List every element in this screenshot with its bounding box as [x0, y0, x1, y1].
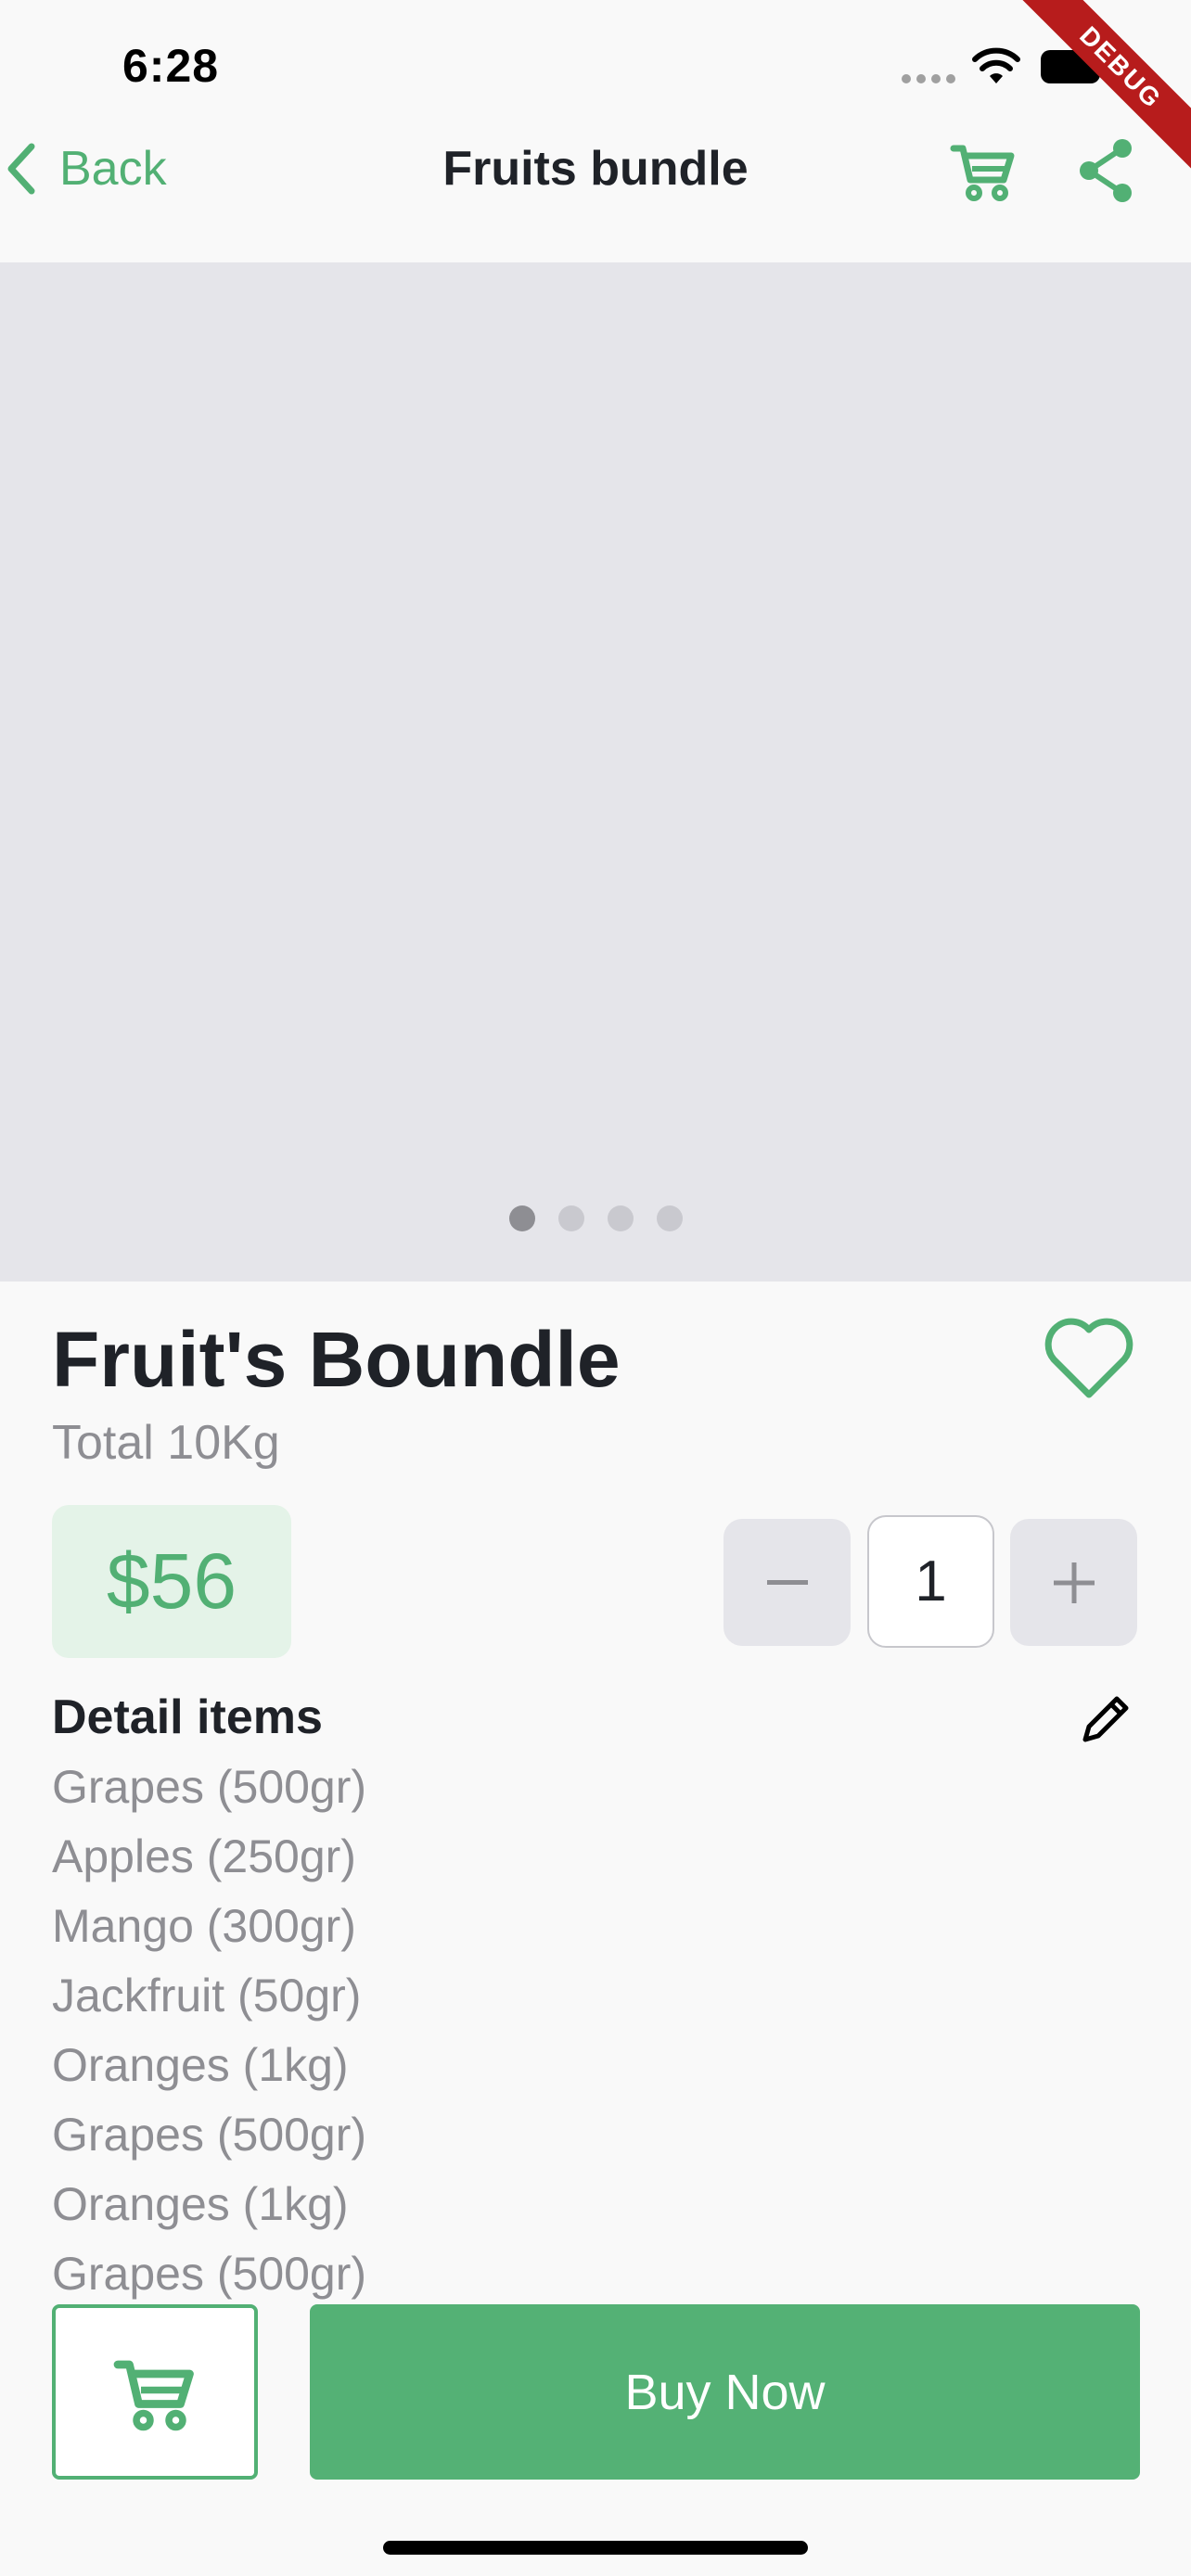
list-item: Oranges (1kg)	[52, 2178, 349, 2230]
list-item: Apples (250gr)	[52, 1830, 356, 1882]
home-indicator[interactable]	[383, 2541, 808, 2555]
add-to-cart-button[interactable]	[52, 2304, 258, 2480]
minus-icon	[766, 1579, 808, 1585]
carousel-dot[interactable]	[508, 1205, 535, 1231]
product-image-carousel[interactable]	[0, 262, 1191, 1282]
cart-icon	[113, 2360, 194, 2430]
carousel-dot[interactable]	[656, 1205, 683, 1231]
carousel-dot[interactable]	[557, 1205, 584, 1231]
list-item: Grapes (500gr)	[52, 2248, 367, 2300]
product-weight: Total 10Kg	[52, 1416, 280, 1470]
carousel-page-indicator	[0, 1205, 1191, 1231]
buy-now-button[interactable]: Buy Now	[310, 2304, 1140, 2480]
carousel-dot[interactable]	[607, 1205, 634, 1231]
price-badge: $56	[52, 1505, 291, 1658]
quantity-increase-button[interactable]	[1010, 1519, 1137, 1646]
heart-icon[interactable]	[1043, 1315, 1135, 1402]
list-item: Jackfruit (50gr)	[52, 1970, 362, 2021]
list-item: Grapes (500gr)	[52, 2109, 367, 2161]
product-name: Fruit's Boundle	[52, 1316, 621, 1403]
share-icon[interactable]	[1076, 137, 1135, 204]
detail-items-heading: Detail items	[52, 1690, 323, 1744]
product-detail-screen: 6:28 DEBUG Back Fruits bundle Fruit's Bo…	[0, 0, 1191, 2576]
quantity-value[interactable]: 1	[867, 1515, 994, 1648]
cellular-signal-icon	[902, 74, 955, 83]
wifi-icon	[972, 47, 1020, 83]
plus-icon	[1053, 1562, 1095, 1603]
quantity-decrease-button[interactable]	[724, 1519, 851, 1646]
list-item: Grapes (500gr)	[52, 1761, 367, 1813]
pencil-icon[interactable]	[1076, 1690, 1135, 1749]
list-item: Mango (300gr)	[52, 1900, 356, 1952]
cart-icon[interactable]	[950, 137, 1017, 204]
status-time: 6:28	[122, 40, 220, 92]
detail-items-list: Grapes (500gr) Apples (250gr) Mango (300…	[52, 1754, 366, 2311]
list-item: Oranges (1kg)	[52, 2039, 349, 2091]
product-price: $56	[106, 1537, 237, 1625]
